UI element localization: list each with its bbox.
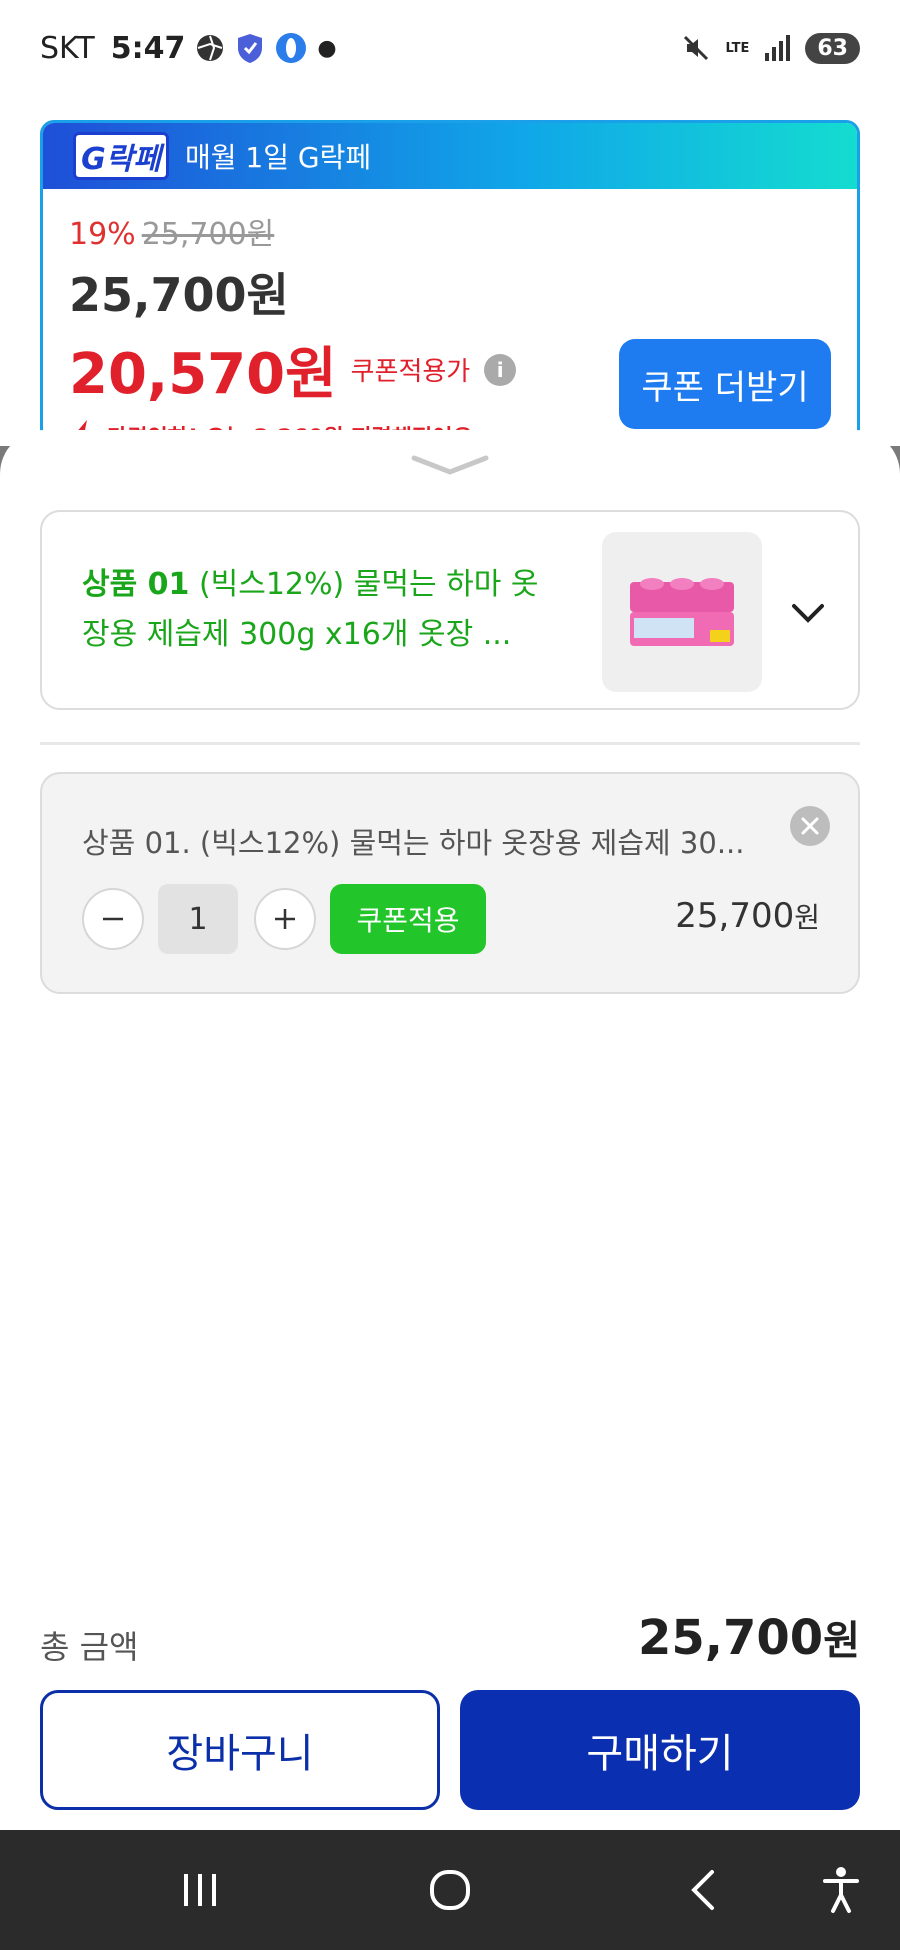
quantity-minus-button[interactable] [82, 888, 144, 950]
system-navigation-bar [0, 1830, 900, 1950]
buy-now-button[interactable]: 구매하기 [460, 1690, 860, 1810]
option-number: 상품 01 [82, 567, 190, 602]
add-to-cart-button[interactable]: 장바구니 [40, 1690, 440, 1810]
info-icon[interactable]: i [484, 353, 517, 386]
promo-header: G락페 매월 1일 G락페 [43, 123, 857, 189]
sale-price: 25,700원 [69, 268, 289, 322]
purchase-footer: 총 금액 25,700원 장바구니 구매하기 [0, 1582, 900, 1830]
promo-card: G락페 매월 1일 G락페 19% 25,700원 25,700원 20,570… [40, 120, 860, 450]
coupon-more-button[interactable]: 쿠폰 더받기 [619, 339, 831, 429]
quantity-plus-button[interactable] [254, 888, 316, 950]
total-amount-unit: 원 [823, 1618, 860, 1664]
selected-item-price-value: 25,700 [675, 896, 795, 936]
network-type: LTE [725, 40, 750, 56]
selected-item-name: 상품 01. (빅스12%) 물먹는 하마 옷장용 제습제 30... [82, 826, 745, 860]
status-bar: SKT 5:47 ● LTE 63 [0, 0, 900, 96]
signal-icon [763, 35, 791, 61]
total-amount: 25,700원 [638, 1608, 860, 1666]
promo-title: 매월 1일 G락페 [185, 141, 372, 174]
mute-icon [681, 33, 711, 63]
accessibility-icon[interactable] [806, 1830, 876, 1950]
product-thumbnail [602, 532, 762, 692]
option-label: 상품 01 (빅스12%) 물먹는 하마 옷장용 제습제 300g x16개 옷… [82, 560, 562, 660]
quantity-value[interactable]: 1 [158, 884, 238, 954]
shield-icon [235, 32, 265, 64]
option-selector[interactable]: 상품 01 (빅스12%) 물먹는 하마 옷장용 제습제 300g x16개 옷… [40, 510, 860, 710]
selected-item-card: 상품 01. (빅스12%) 물먹는 하마 옷장용 제습제 30... 1 쿠폰… [40, 772, 860, 994]
coupon-price-label: 쿠폰적용가 [350, 357, 471, 387]
coupon-apply-button[interactable]: 쿠폰적용 [330, 884, 486, 954]
original-price: 25,700원 [141, 217, 275, 252]
remove-item-close-icon[interactable] [790, 806, 830, 846]
aperture-icon [195, 33, 225, 63]
selected-item-price: 25,700원 [675, 896, 820, 936]
clock: 5:47 [110, 30, 186, 66]
recent-apps-icon[interactable] [160, 1830, 240, 1950]
battery-indicator: 63 [805, 32, 860, 64]
home-icon[interactable] [410, 1830, 490, 1950]
chevron-down-icon[interactable] [788, 592, 828, 636]
g-rakpe-logo: G락페 [73, 132, 169, 180]
more-notifications-dot-icon: ● [317, 35, 337, 61]
total-label: 총 금액 [40, 1628, 139, 1666]
coupon-price: 20,570원 [69, 342, 337, 407]
total-amount-value: 25,700 [637, 1610, 824, 1666]
app-notification-icon [275, 32, 307, 64]
discount-percent: 19% [69, 217, 136, 252]
divider [40, 742, 860, 745]
selected-item-price-unit: 원 [794, 901, 820, 934]
carrier-label: SKT [40, 30, 95, 66]
back-icon[interactable] [664, 1830, 744, 1950]
sheet-collapse-handle-icon[interactable] [410, 450, 490, 484]
